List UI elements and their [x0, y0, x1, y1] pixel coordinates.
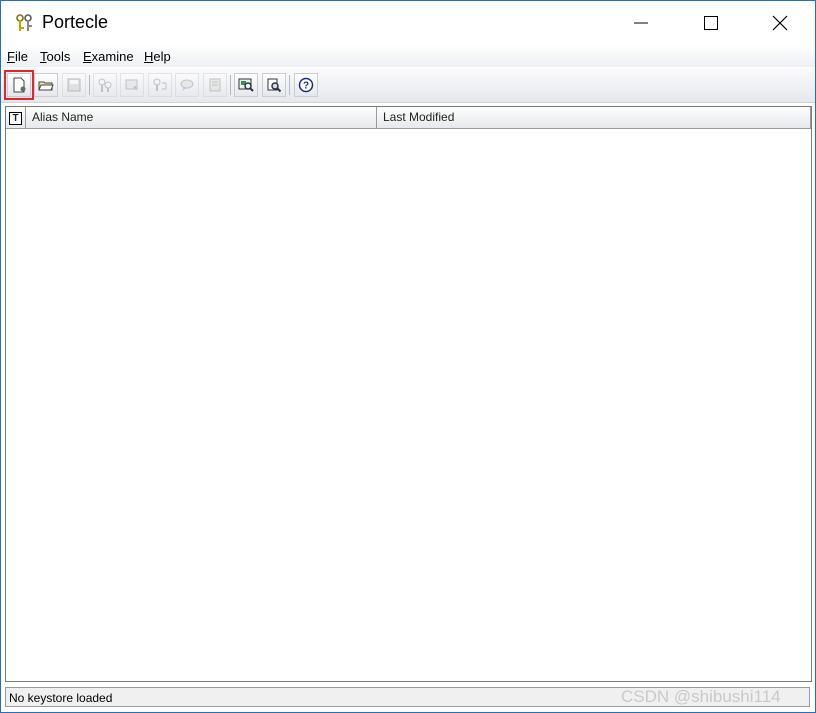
menu-tools[interactable]: Tools	[40, 49, 70, 64]
column-header-last-modified[interactable]: Last Modified	[377, 107, 811, 128]
help-button[interactable]: ?	[294, 73, 318, 97]
portecle-keys-icon	[16, 14, 32, 31]
table-header: T Alias Name Last Modified	[6, 107, 811, 129]
title-bar[interactable]: Portecle	[1, 1, 815, 45]
menu-examine[interactable]: Examine	[83, 49, 134, 64]
examine-crl-icon	[267, 78, 282, 93]
generate-keypair-button[interactable]	[93, 73, 117, 97]
import-keypair-button[interactable]	[148, 73, 172, 97]
menu-help[interactable]: Help	[144, 49, 171, 64]
help-icon: ?	[298, 77, 314, 93]
close-button[interactable]	[745, 1, 815, 45]
window-title: Portecle	[42, 12, 109, 32]
menu-bar: File Tools Examine Help	[1, 45, 815, 67]
set-password-icon	[180, 79, 194, 91]
column-header-alias-name[interactable]: Alias Name	[26, 107, 377, 128]
open-keystore-button[interactable]	[34, 73, 58, 97]
maximize-icon	[704, 16, 718, 30]
svg-text:?: ?	[303, 81, 309, 92]
save-keystore-button[interactable]	[62, 73, 86, 97]
keystore-entries-table[interactable]: T Alias Name Last Modified	[5, 106, 812, 682]
toolbar-separator	[89, 75, 90, 95]
report-icon	[209, 78, 221, 92]
menu-file[interactable]: File	[7, 49, 28, 64]
toolbar-separator	[289, 75, 290, 95]
toolbar: ?	[1, 68, 815, 103]
column-header-type[interactable]: T	[6, 107, 26, 128]
maximize-button[interactable]	[676, 1, 746, 45]
new-keystore-button[interactable]	[4, 70, 34, 100]
generate-keypair-icon	[98, 78, 112, 92]
save-keystore-icon	[67, 78, 81, 92]
app-window: Portecle File Tools Examine Help ? T Ali…	[0, 0, 816, 713]
minimize-button[interactable]	[606, 1, 676, 45]
examine-crl-button[interactable]	[262, 73, 286, 97]
examine-cert-button[interactable]	[234, 73, 258, 97]
examine-cert-icon	[238, 78, 254, 92]
status-text: No keystore loaded	[9, 691, 113, 705]
import-cert-button[interactable]	[120, 73, 144, 97]
close-icon	[772, 15, 788, 31]
open-keystore-icon	[38, 81, 54, 91]
import-cert-icon	[125, 79, 138, 90]
import-keypair-icon	[153, 78, 167, 91]
report-button[interactable]	[203, 73, 227, 97]
type-column-icon: T	[9, 112, 22, 125]
minimize-icon	[634, 22, 648, 24]
watermark-text: CSDN @shibushi114	[621, 687, 781, 706]
new-keystore-icon	[13, 77, 26, 93]
set-password-button[interactable]	[175, 73, 199, 97]
toolbar-separator	[230, 75, 231, 95]
